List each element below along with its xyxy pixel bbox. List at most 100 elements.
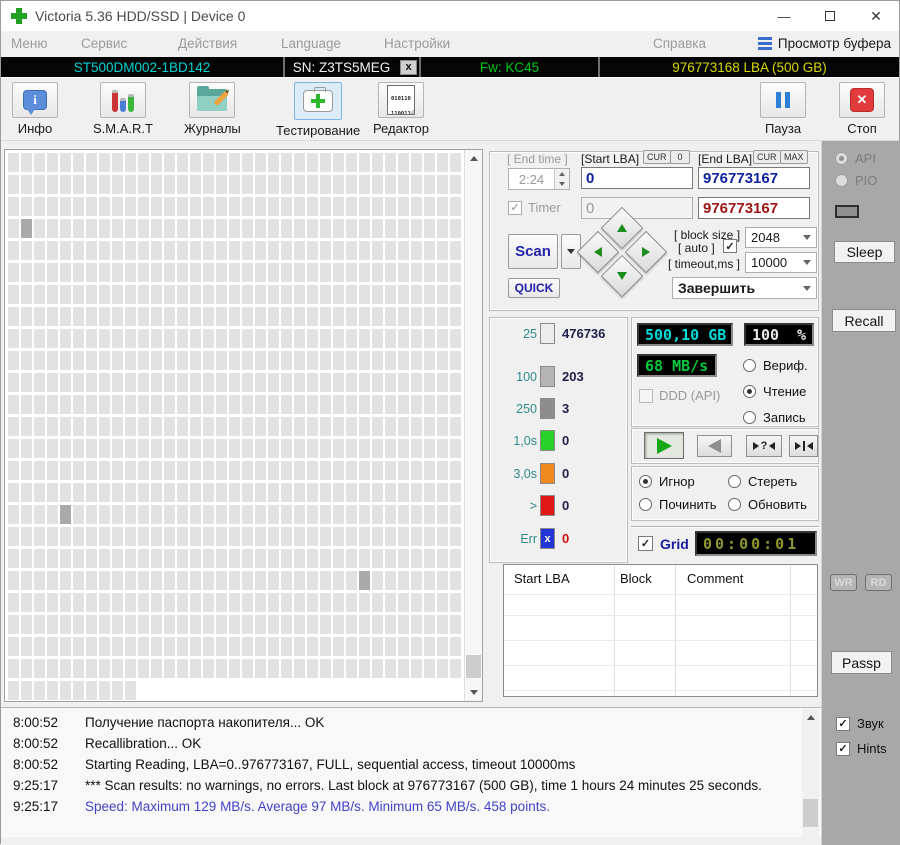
mode-radio-Запись[interactable]: Запись: [743, 410, 808, 425]
menu-language[interactable]: Language: [281, 36, 341, 51]
block-cell: [86, 351, 97, 370]
timer-checkbox-box[interactable]: [508, 200, 522, 215]
close-button[interactable]: ✕: [853, 1, 899, 31]
block-cell: [112, 263, 123, 282]
grid-checkbox[interactable]: [638, 536, 653, 551]
timer-input[interactable]: 0: [581, 197, 693, 219]
scan-button[interactable]: Scan: [508, 234, 558, 269]
block-cell: [203, 263, 214, 282]
block-cell: [294, 593, 305, 612]
recall-button[interactable]: Recall: [832, 309, 896, 332]
minimize-button[interactable]: —: [761, 1, 807, 31]
end-lba-input[interactable]: 976773167: [698, 167, 810, 189]
block-cell: [450, 241, 461, 260]
block-cell: [320, 373, 331, 392]
on-end-action-select[interactable]: Завершить: [672, 277, 817, 299]
sleep-button[interactable]: Sleep: [834, 241, 895, 263]
scrollbar-thumb[interactable]: [466, 655, 481, 678]
log-scrollbar-thumb[interactable]: [803, 799, 818, 827]
counter-100: 100 203: [501, 366, 584, 387]
block-cell: [8, 219, 19, 238]
block-cell: [164, 461, 175, 480]
wr-button[interactable]: WR: [830, 574, 857, 591]
info-button[interactable]: i Инфо: [12, 82, 58, 136]
block-cell: [229, 395, 240, 414]
log-scrollbar[interactable]: [802, 709, 819, 837]
rd-button[interactable]: RD: [865, 574, 892, 591]
block-cell: [86, 373, 97, 392]
start-lba-zero-button[interactable]: 0: [670, 150, 690, 164]
log-scroll-up-icon[interactable]: [802, 709, 819, 726]
block-cell: [372, 593, 383, 612]
mode-radio-Чтение[interactable]: Чтение: [743, 384, 808, 399]
testing-button[interactable]: Тестирование: [276, 82, 360, 138]
timer-checkbox[interactable]: Timer: [508, 200, 561, 215]
block-cell: [34, 373, 45, 392]
step-button[interactable]: [789, 435, 818, 457]
block-cell: [164, 153, 175, 172]
spin-up-icon[interactable]: [555, 169, 569, 179]
quick-button[interactable]: QUICK: [508, 278, 560, 298]
menu-settings[interactable]: Настройки: [384, 36, 450, 51]
block-cell: [8, 395, 19, 414]
block-cell: [346, 241, 357, 260]
play-button[interactable]: [644, 432, 684, 459]
block-cell: [268, 197, 279, 216]
block-cell: [151, 637, 162, 656]
stop-button[interactable]: ✕ Стоп: [839, 82, 885, 136]
editor-button[interactable]: 010110 110011 101000 0001 Редактор: [373, 82, 429, 136]
device-close-button[interactable]: x: [400, 59, 417, 75]
end-lba-input-2[interactable]: 976773167: [698, 197, 810, 219]
api-radio[interactable]: API: [835, 151, 876, 166]
block-cell: [8, 615, 19, 634]
pio-radio[interactable]: PIO: [835, 173, 877, 188]
menu-service[interactable]: Сервис: [81, 36, 127, 51]
timeout-select[interactable]: 10000: [745, 252, 817, 273]
action-radio-Игнор[interactable]: Игнор: [639, 474, 728, 489]
mode-radio-Вериф.[interactable]: Вериф.: [743, 358, 808, 373]
end-lba-max-button[interactable]: MAX: [780, 150, 808, 164]
action-radio-Обновить[interactable]: Обновить: [728, 497, 817, 512]
start-lba-cur-button[interactable]: CUR: [643, 150, 671, 164]
block-cell: [385, 197, 396, 216]
counter-block: [540, 430, 555, 451]
back-button[interactable]: [697, 435, 732, 457]
block-cell: [450, 395, 461, 414]
hints-checkbox[interactable]: Hints: [836, 741, 887, 756]
device-model[interactable]: ST500DM002-1BD142: [1, 57, 283, 77]
block-cell: [73, 153, 84, 172]
action-radio-Починить[interactable]: Починить: [639, 497, 728, 512]
passp-button[interactable]: Passp: [831, 651, 892, 674]
counters: 25 476736 100 203 250 3 1,0s 0 3,0s 0 >0 Err x 0: [501, 323, 626, 553]
ddd-checkbox[interactable]: DDD (API): [639, 388, 720, 403]
block-map-scrollbar[interactable]: [464, 150, 482, 701]
end-lba-cur-button[interactable]: CUR: [753, 150, 781, 164]
buffer-view-button[interactable]: Просмотр буфера: [757, 36, 891, 51]
block-cell: [47, 659, 58, 678]
end-time-spinner[interactable]: 2:24: [508, 168, 570, 190]
maximize-button[interactable]: [807, 1, 853, 31]
action-radio-Стереть[interactable]: Стереть: [728, 474, 817, 489]
block-cell: [437, 505, 448, 524]
journals-button[interactable]: Журналы: [184, 82, 241, 136]
pause-button[interactable]: Пауза: [760, 82, 806, 136]
auto-checkbox[interactable]: [723, 239, 737, 253]
seek-error-button[interactable]: ?: [746, 435, 782, 457]
block-cell: [411, 395, 422, 414]
smart-button[interactable]: S.M.A.R.T: [93, 82, 153, 136]
menu-actions[interactable]: Действия: [178, 36, 237, 51]
block-cell: [307, 505, 318, 524]
block-size-select[interactable]: 2048: [745, 227, 817, 248]
menu-help[interactable]: Справка: [653, 36, 706, 51]
start-lba-input[interactable]: 0: [581, 167, 693, 189]
scroll-up-icon[interactable]: [465, 150, 482, 167]
scroll-down-icon[interactable]: [465, 684, 482, 701]
ddd-checkbox-box[interactable]: [639, 388, 653, 403]
sound-checkbox[interactable]: Звук: [836, 716, 884, 731]
col-block: Block: [620, 571, 652, 586]
block-cell: [333, 175, 344, 194]
spin-down-icon[interactable]: [555, 179, 569, 189]
block-cell: [242, 461, 253, 480]
menu-main[interactable]: Меню: [11, 36, 48, 51]
block-cell: [216, 329, 227, 348]
